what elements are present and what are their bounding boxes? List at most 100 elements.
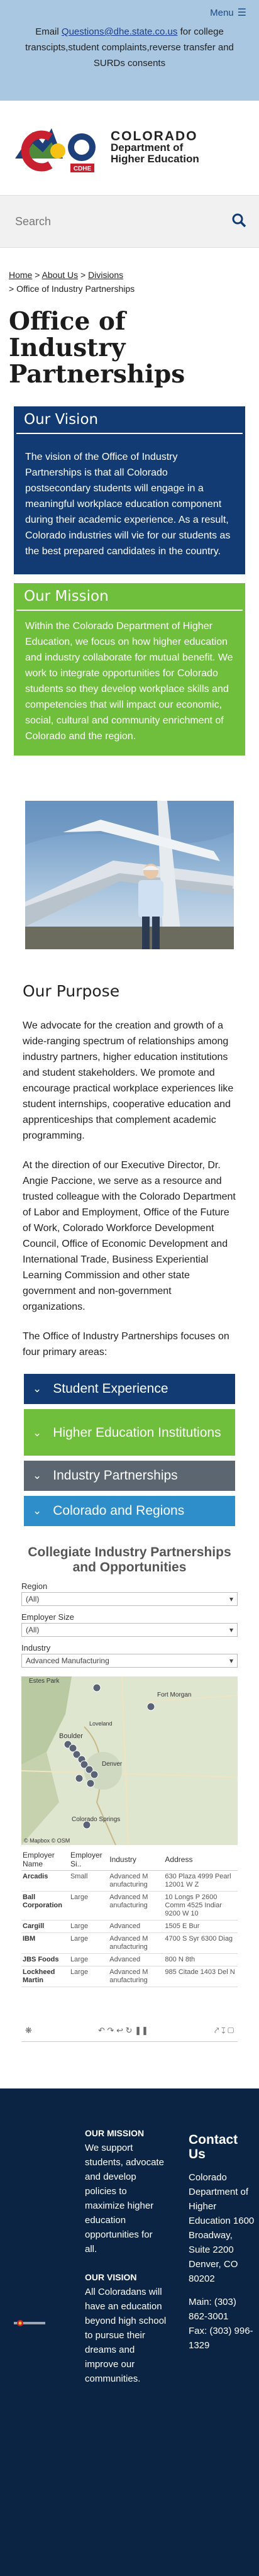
mission-body: Within the Colorado Department of Higher… (25, 621, 233, 742)
dashboard-title: Collegiate Industry Partnerships and Opp… (28, 1545, 231, 1575)
tableau-logo-icon[interactable]: ❋ (25, 2026, 32, 2036)
breadcrumb-separator: > (78, 270, 89, 280)
breadcrumb-home[interactable]: Home (9, 270, 32, 280)
vision-heading: Our Vision (16, 406, 243, 434)
menu-toggle[interactable]: Menu ☰ (13, 6, 246, 19)
employer-size: Large (69, 1932, 109, 1954)
column-header[interactable]: Address (163, 1849, 238, 1871)
accordion-label: Industry Partnerships (53, 1468, 178, 1483)
footer-mission-vision: OUR MISSION We support students, advocat… (85, 2126, 167, 2386)
accordion-industry-partnerships[interactable]: ⌄ Industry Partnerships (24, 1461, 235, 1491)
accordion-student-experience[interactable]: ⌄ Student Experience (24, 1374, 235, 1404)
partnerships-dashboard: Collegiate Industry Partnerships and Opp… (21, 1545, 238, 2042)
footer-state-logo[interactable] (14, 2318, 45, 2331)
footer-contact-heading: Contact Us (189, 2133, 238, 2161)
pause-icon[interactable]: ❚❚ (135, 2026, 148, 2035)
wind-turbine-photo (25, 801, 234, 949)
revert-icon[interactable]: ↩ (116, 2026, 123, 2035)
mission-heading: Our Mission (16, 583, 243, 611)
table-row[interactable]: Arcadis Small Advanced M anufacturing 63… (21, 1870, 238, 1892)
footer-main-phone[interactable]: Main: (303) 862-3001 (189, 2295, 255, 2324)
breadcrumb-separator: > (32, 270, 42, 280)
filter-value: (All) (26, 1595, 40, 1603)
map-label-fort-morgan: Fort Morgan (157, 1692, 191, 1698)
redo-icon[interactable]: ↷ (107, 2026, 114, 2035)
banner-email-link[interactable]: Questions@dhe.state.co.us (62, 26, 178, 37)
employer-map[interactable]: Estes Park Fort Morgan Boulder Loveland … (21, 1676, 238, 1845)
map-marker (82, 1820, 91, 1829)
map-label-estes-park: Estes Park (29, 1678, 60, 1685)
share-icon[interactable]: ⤤ (214, 2026, 219, 2035)
employer-address: 800 N 8th (163, 1953, 238, 1966)
breadcrumb-current: Office of Industry Partnerships (16, 284, 135, 294)
accordion-colorado-and-regions[interactable]: ⌄ Colorado and Regions (24, 1496, 235, 1526)
accordion-label: Higher Education Institutions (53, 1425, 221, 1440)
search-bar (0, 195, 259, 248)
purpose-paragraph: We advocate for the creation and growth … (23, 1020, 234, 1141)
logo-dept-line2: Higher Education (111, 153, 199, 165)
employer-address: 1505 E Bur (163, 1920, 238, 1933)
search-icon[interactable] (231, 213, 246, 231)
hamburger-icon[interactable]: ☰ (238, 8, 246, 18)
filter-value: Advanced Manufacturing (26, 1656, 109, 1665)
footer-contact: Contact Us Colorado Department of Higher… (189, 2133, 255, 2353)
cdhe-logo-mark[interactable]: CDHE (14, 120, 102, 176)
fullscreen-icon[interactable]: ▢ (228, 2026, 234, 2035)
employer-size: Large (69, 1966, 109, 1987)
employer-name: IBM (21, 1932, 69, 1954)
vision-card: Our Vision The vision of the Office of I… (14, 406, 245, 574)
footer-mission-heading: OUR MISSION (85, 2128, 145, 2138)
map-marker (90, 1770, 99, 1779)
employer-size: Small (69, 1870, 109, 1892)
breadcrumb-divisions[interactable]: Divisions (88, 270, 123, 280)
logo-brand: COLORADO (111, 129, 198, 143)
employer-size-filter[interactable]: (All) ▾ (21, 1623, 238, 1637)
table-row[interactable]: Cargill Large Advanced 1505 E Bur (21, 1920, 238, 1933)
employer-address: 4700 S Syr 6300 Diag (163, 1932, 238, 1954)
filter-label-employer-size: Employer Size (21, 1612, 74, 1622)
logo-wordmark[interactable]: COLORADO Department of Higher Education (111, 129, 199, 165)
page-title: Office of Industry Partnerships (9, 307, 185, 389)
vision-body: The vision of the Office of Industry Par… (25, 452, 231, 557)
purpose-paragraph: At the direction of our Executive Direct… (23, 1160, 236, 1312)
employer-name: Ball Corporation (21, 1891, 69, 1921)
employer-name: JBS Foods (21, 1953, 69, 1966)
footer-vision-text: All Coloradans will have an education be… (85, 2287, 167, 2384)
employer-industry: Advanced M anufacturing (108, 1891, 164, 1921)
filter-label-industry: Industry (21, 1643, 51, 1653)
employer-address: 630 Plaza 4999 Pearl 12001 W Z (163, 1870, 238, 1892)
refresh-icon[interactable]: ↻ (126, 2026, 133, 2035)
industry-filter[interactable]: Advanced Manufacturing ▾ (21, 1654, 238, 1668)
table-row[interactable]: JBS Foods Large Advanced 800 N 8th (21, 1953, 238, 1966)
table-row[interactable]: IBM Large Advanced M anufacturing 4700 S… (21, 1932, 238, 1954)
map-label-colorado-springs: Colorado Springs (72, 1816, 120, 1823)
table-row[interactable]: Lockheed Martin Large Advanced M anufact… (21, 1966, 238, 1987)
search-input[interactable] (15, 215, 216, 228)
map-label-denver: Denver (102, 1761, 123, 1768)
table-row[interactable]: Ball Corporation Large Advanced M anufac… (21, 1891, 238, 1921)
accordion-label: Student Experience (53, 1381, 168, 1396)
filter-value: (All) (26, 1625, 40, 1634)
purpose-heading: Our Purpose (23, 982, 120, 1000)
footer-fax: Fax: (303) 996-1329 (189, 2326, 253, 2351)
breadcrumb: Home > About Us > Divisions > Office of … (0, 248, 259, 296)
banner-message: Email Questions@dhe.state.co.us for coll… (13, 24, 246, 71)
breadcrumb-about[interactable]: About Us (42, 270, 79, 280)
top-banner: Menu ☰ Email Questions@dhe.state.co.us fo… (0, 0, 259, 101)
breadcrumb-current-prefix: > (9, 284, 17, 294)
map-marker (146, 1702, 155, 1711)
region-filter[interactable]: (All) ▾ (21, 1592, 238, 1606)
undo-icon[interactable]: ↶ (98, 2026, 105, 2035)
column-header[interactable]: Employer Name (21, 1849, 69, 1871)
menu-label[interactable]: Menu (210, 8, 234, 18)
map-attribution[interactable]: © Mapbox © OSM (24, 1837, 70, 1844)
employer-industry: Advanced (108, 1920, 164, 1933)
employer-size: Large (69, 1920, 109, 1933)
employer-industry: Advanced M anufacturing (108, 1966, 164, 1987)
column-header[interactable]: Employer Si.. (69, 1849, 109, 1871)
column-header[interactable]: Industry (108, 1849, 164, 1871)
logo-dept-line1: Department of (111, 142, 184, 153)
accordion-higher-education-institutions[interactable]: ⌄ Higher Education Institutions (24, 1409, 235, 1456)
download-icon[interactable]: ↧ (221, 2026, 226, 2035)
employer-size: Large (69, 1953, 109, 1966)
